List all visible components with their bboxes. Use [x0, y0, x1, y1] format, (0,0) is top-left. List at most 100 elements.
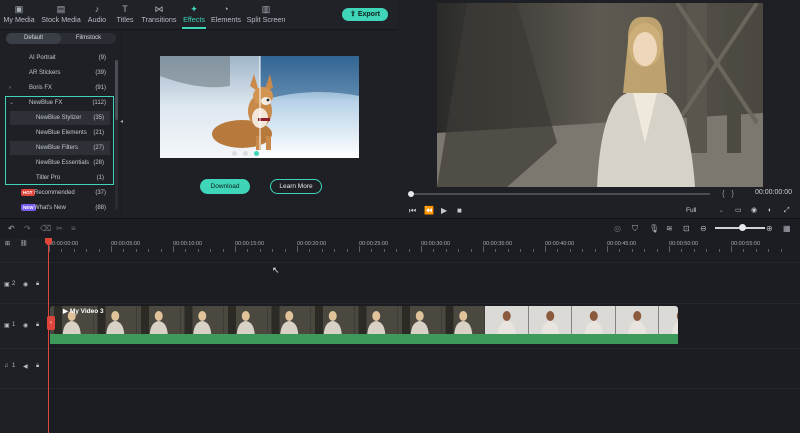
clip-thumbnail — [398, 306, 441, 334]
ruler-tick-label: 00:00:20:00 — [297, 241, 327, 247]
step-back-icon[interactable]: ⏪ — [424, 205, 434, 217]
snapshot-icon[interactable]: ◉ — [751, 205, 757, 217]
ruler-tick — [507, 249, 509, 252]
ruler-tick — [123, 249, 125, 252]
scrollbar-thumb[interactable] — [115, 60, 118, 120]
export-button[interactable]: ⇪ Export — [342, 8, 388, 21]
clip-thumbnail — [354, 306, 398, 334]
download-button[interactable]: Download — [200, 179, 250, 194]
chevron-right-icon[interactable]: › — [9, 81, 11, 95]
speaker-icon[interactable]: ◀︎ — [23, 363, 28, 370]
player-timecode: 00:00:00:00 — [755, 189, 792, 196]
hot-badge: HOT — [21, 189, 35, 196]
carousel-dot-active[interactable] — [254, 151, 259, 156]
eye-icon[interactable]: ◉ — [23, 322, 28, 329]
learn-more-button[interactable]: Learn More — [270, 179, 322, 194]
category-newblue-filters[interactable]: NewBlue Filters (27) — [10, 141, 110, 155]
ruler-tick — [545, 246, 546, 252]
subtab-default[interactable]: Default — [6, 33, 61, 44]
fullscreen-icon[interactable]: ⤢ — [784, 205, 790, 217]
undo-icon[interactable]: ↶ — [8, 224, 15, 234]
lock-icon[interactable]: 🔒︎ — [36, 281, 39, 288]
lock-icon[interactable]: 🔒︎ — [36, 322, 39, 329]
ruler-tick — [619, 249, 621, 252]
voice-over-icon[interactable]: ≋ — [666, 224, 673, 234]
ruler-tick — [569, 249, 571, 252]
library-subtabs: Default Filmstock — [6, 33, 116, 44]
ruler-tick-label: 00:00:40:00 — [545, 241, 575, 247]
previous-frame-icon[interactable]: ⏮ — [409, 205, 416, 217]
chevron-down-icon[interactable]: ⌄ — [9, 96, 14, 110]
category-ai-portrait[interactable]: AI Portrait (9) — [4, 51, 112, 65]
category-newblue-elements[interactable]: NewBlue Elements (21) — [10, 126, 110, 140]
redo-icon[interactable]: ↷ — [24, 224, 31, 234]
stop-icon[interactable]: ■ — [457, 205, 462, 217]
timeline-zoom-handle[interactable] — [739, 224, 746, 231]
ruler-tick — [321, 249, 323, 252]
display-icon[interactable]: ▭ — [735, 205, 742, 217]
category-boris-fx[interactable]: › Boris FX (91) — [4, 81, 112, 95]
ruler-tick — [768, 249, 770, 252]
split-screen-icon: ▥ — [261, 4, 271, 14]
tab-split-screen[interactable]: ▥ Split Screen — [246, 4, 286, 28]
volume-icon[interactable]: ◐ — [768, 205, 772, 217]
category-ar-stickers[interactable]: AR Stickers (39) — [4, 66, 112, 80]
tab-audio[interactable]: ♪ Audio — [86, 4, 108, 28]
marker-icon[interactable]: ⛉ — [632, 224, 638, 234]
link-icon[interactable]: ⛓ — [20, 240, 28, 247]
timeline-settings-icon[interactable]: ▦ — [783, 224, 791, 234]
category-recommended[interactable]: HOT Recommended (37) — [4, 186, 112, 200]
ruler-tick — [483, 246, 484, 252]
ruler-tick — [669, 246, 670, 252]
subtab-filmstock[interactable]: Filmstock — [61, 33, 116, 44]
tab-elements[interactable]: ◔ Elements — [211, 4, 241, 28]
ruler-tick — [433, 249, 435, 252]
ruler-tick — [309, 249, 311, 252]
ruler-tick — [383, 249, 385, 252]
split-icon[interactable]: ✂ — [56, 224, 63, 234]
zoom-out-icon[interactable]: ⊖ — [700, 224, 707, 234]
snapshot-timeline-icon[interactable]: ⊡ — [683, 224, 690, 234]
microphone-icon[interactable]: 🎙 — [649, 224, 659, 234]
properties-icon[interactable]: ≡ — [71, 224, 76, 234]
ruler-tick — [631, 249, 633, 252]
ruler-tick — [557, 249, 559, 252]
collapse-panel-icon[interactable]: ◂ — [120, 118, 123, 125]
lock-icon[interactable]: 🔒︎ — [36, 363, 39, 370]
ruler-tick — [334, 249, 336, 252]
category-scrollbar[interactable] — [115, 60, 118, 210]
ruler-tick — [731, 246, 732, 252]
clip-thumbnail — [572, 306, 615, 334]
tab-my-media[interactable]: ▣ My Media — [3, 4, 35, 28]
tab-stock-media[interactable]: ▤ Stock Media — [40, 4, 82, 28]
delete-icon[interactable]: ⌫ — [40, 224, 51, 234]
mark-in-out-icon[interactable]: { } — [722, 189, 734, 198]
ruler-tick — [86, 249, 88, 252]
tab-titles[interactable]: T Titles — [114, 4, 136, 28]
carousel-dot[interactable] — [232, 151, 237, 156]
clip-thumbnail — [659, 306, 678, 334]
eye-icon[interactable]: ◉ — [23, 281, 28, 288]
add-track-icon[interactable]: ⊞ — [5, 240, 10, 247]
ruler-tick-label: 00:00:45:00 — [607, 241, 637, 247]
track-divider — [0, 388, 800, 389]
play-icon[interactable]: ▶ — [441, 205, 447, 217]
render-icon[interactable]: ◎ — [614, 224, 621, 234]
zoom-in-icon[interactable]: ⊕ — [766, 224, 773, 234]
tab-effects[interactable]: ✦ Effects — [181, 4, 207, 28]
category-newblue-stylizer[interactable]: NewBlue Stylizer (35) — [10, 111, 110, 125]
category-newblue-essentials[interactable]: NewBlue Essentials (28) — [10, 156, 110, 170]
ruler-tick — [582, 249, 584, 252]
ruler-tick — [148, 249, 150, 252]
playback-progress-track[interactable] — [410, 193, 710, 195]
category-newblue-fx[interactable]: ⌄ NewBlue FX (112) — [4, 96, 112, 110]
ruler-tick — [235, 246, 236, 252]
category-titler-pro[interactable]: Titler Pro (1) — [10, 171, 110, 185]
timeline-playhead[interactable] — [48, 238, 49, 433]
playback-scrubber-handle[interactable] — [408, 191, 414, 197]
tab-transitions[interactable]: ⋈ Transitions — [141, 4, 177, 28]
carousel-dot[interactable] — [243, 151, 248, 156]
category-whats-new[interactable]: NEW What's New (88) — [4, 201, 112, 215]
preview-zoom-select[interactable]: Full ⌄ — [686, 205, 726, 217]
ruler-tick — [706, 249, 708, 252]
